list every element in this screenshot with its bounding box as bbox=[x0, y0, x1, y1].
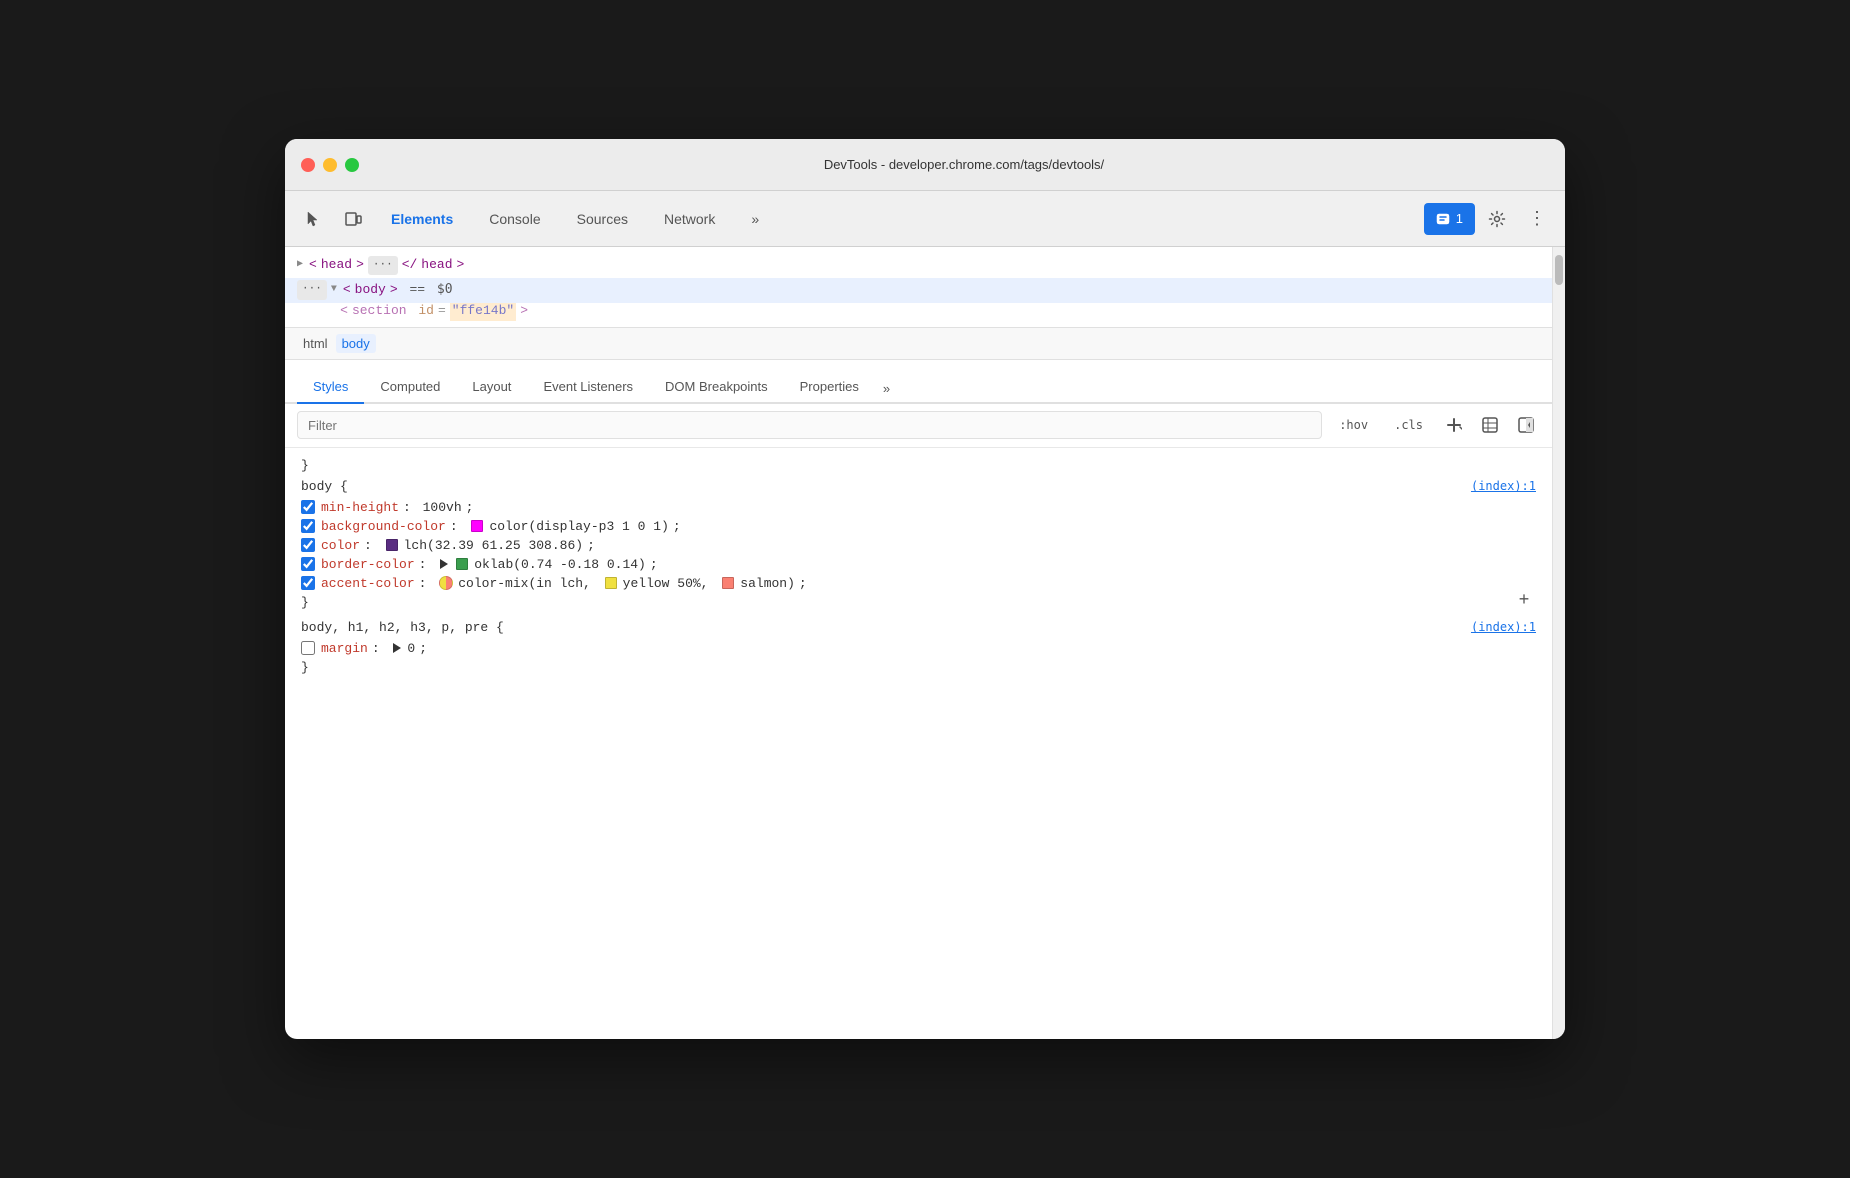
breadcrumb: html body bbox=[285, 328, 1552, 360]
css-rule-body-selectors: body, h1, h2, h3, p, pre { (index):1 mar… bbox=[285, 616, 1552, 677]
filter-bar: :hov .cls bbox=[285, 404, 1552, 448]
tab-elements[interactable]: Elements bbox=[375, 201, 469, 237]
add-style-button[interactable] bbox=[1440, 411, 1468, 439]
prop-value-margin[interactable]: 0 bbox=[407, 641, 415, 656]
maximize-button[interactable] bbox=[345, 158, 359, 172]
collapsed-dots[interactable]: ··· bbox=[368, 256, 398, 276]
tree-arrow-head: ▶ bbox=[297, 257, 303, 273]
filter-input[interactable] bbox=[297, 411, 1322, 439]
right-buttons: 1 ⋮ bbox=[1424, 201, 1555, 237]
swatch-border-color[interactable] bbox=[456, 558, 468, 570]
more-icon: ⋮ bbox=[1528, 208, 1546, 229]
checkbox-accent-color[interactable] bbox=[301, 576, 315, 590]
devtools-left-panel: ▶ <head> ··· </head> ··· ▼ <body> == $0 … bbox=[285, 247, 1553, 1039]
right-scrollbar[interactable] bbox=[1553, 247, 1565, 1039]
prop-name-border-color: border-color bbox=[321, 557, 415, 572]
title-bar: DevTools - developer.chrome.com/tags/dev… bbox=[285, 139, 1565, 191]
tree-row-partial[interactable]: <section id= "ffe14b" > bbox=[285, 303, 1552, 321]
checkbox-border-color[interactable] bbox=[301, 557, 315, 571]
prop-value-min-height[interactable]: 100vh bbox=[423, 500, 462, 515]
checkbox-margin[interactable] bbox=[301, 641, 315, 655]
tab-sources[interactable]: Sources bbox=[561, 201, 644, 237]
prev-closing-brace: } bbox=[285, 456, 1552, 475]
prop-name-min-height: min-height bbox=[321, 500, 399, 515]
prop-value-border-color[interactable]: oklab(0.74 -0.18 0.14) bbox=[474, 557, 646, 572]
css-prop-min-height: min-height : 100vh ; bbox=[285, 498, 1552, 517]
css-selector-body-all: body, h1, h2, h3, p, pre { bbox=[301, 620, 504, 635]
tab-console[interactable]: Console bbox=[473, 201, 556, 237]
badge-count: 1 bbox=[1456, 211, 1463, 226]
tree-row-body[interactable]: ··· ▼ <body> == $0 bbox=[285, 278, 1552, 303]
triangle-border-color[interactable] bbox=[440, 559, 448, 569]
minimize-button[interactable] bbox=[323, 158, 337, 172]
badge-button[interactable]: 1 bbox=[1424, 203, 1475, 235]
css-prop-accent-color: accent-color : color-mix(in lch, yellow … bbox=[285, 574, 1552, 593]
prop-name-accent-color: accent-color bbox=[321, 576, 415, 591]
css-rule-header-body-selectors: body, h1, h2, h3, p, pre { (index):1 bbox=[285, 616, 1552, 639]
hov-button[interactable]: :hov bbox=[1330, 413, 1377, 437]
css-prop-color: color : lch(32.39 61.25 308.86) ; bbox=[285, 536, 1552, 555]
device-toolbar-btn[interactable] bbox=[335, 201, 371, 237]
breadcrumb-html[interactable]: html bbox=[297, 334, 334, 353]
swatch-yellow[interactable] bbox=[605, 577, 617, 589]
prop-value-background-color[interactable]: color(display-p3 1 0 1) bbox=[489, 519, 668, 534]
dollar-zero: $0 bbox=[437, 280, 453, 301]
tab-computed[interactable]: Computed bbox=[364, 371, 456, 404]
equals-sign: == bbox=[402, 280, 433, 301]
triangle-margin[interactable] bbox=[393, 643, 401, 653]
swatch-salmon[interactable] bbox=[722, 577, 734, 589]
traffic-lights bbox=[301, 158, 359, 172]
toggle-sidebar-button[interactable] bbox=[1512, 411, 1540, 439]
checkbox-background-color[interactable] bbox=[301, 519, 315, 533]
scrollbar-thumb[interactable] bbox=[1555, 255, 1563, 285]
checkbox-color[interactable] bbox=[301, 538, 315, 552]
css-prop-background-color: background-color : color(display-p3 1 0 … bbox=[285, 517, 1552, 536]
prop-name-margin: margin bbox=[321, 641, 368, 656]
css-selector-body: body { bbox=[301, 479, 348, 494]
devtools-window: DevTools - developer.chrome.com/tags/dev… bbox=[285, 139, 1565, 1039]
closing-brace-body-all: } bbox=[285, 658, 1552, 677]
css-prop-border-color: border-color : oklab(0.74 -0.18 0.14) ; bbox=[285, 555, 1552, 574]
styles-tab-bar: Styles Computed Layout Event Listeners D… bbox=[285, 360, 1552, 404]
prop-name-background-color: background-color bbox=[321, 519, 446, 534]
tab-more[interactable]: » bbox=[735, 201, 775, 237]
css-source-link-body[interactable]: (index):1 bbox=[1471, 479, 1536, 493]
checkbox-min-height[interactable] bbox=[301, 500, 315, 514]
more-options-btn[interactable]: ⋮ bbox=[1519, 201, 1555, 237]
window-title: DevTools - developer.chrome.com/tags/dev… bbox=[379, 157, 1549, 172]
tree-dots-body: ··· bbox=[297, 280, 327, 300]
prop-name-color: color bbox=[321, 538, 360, 553]
swatch-accent-color-mix[interactable] bbox=[439, 576, 453, 590]
tab-dom-breakpoints[interactable]: DOM Breakpoints bbox=[649, 371, 784, 404]
swatch-color[interactable] bbox=[386, 539, 398, 551]
tab-event-listeners[interactable]: Event Listeners bbox=[527, 371, 649, 404]
tab-layout[interactable]: Layout bbox=[456, 371, 527, 404]
prop-value-yellow[interactable]: yellow 50%, bbox=[623, 576, 717, 591]
tree-row-head[interactable]: ▶ <head> ··· </head> bbox=[285, 253, 1552, 278]
css-source-link-body-all[interactable]: (index):1 bbox=[1471, 620, 1536, 634]
breadcrumb-body[interactable]: body bbox=[336, 334, 376, 353]
swatch-background-color[interactable] bbox=[471, 520, 483, 532]
cursor-icon-btn[interactable] bbox=[295, 201, 331, 237]
tab-network[interactable]: Network bbox=[648, 201, 731, 237]
prop-value-color[interactable]: lch(32.39 61.25 308.86) bbox=[404, 538, 583, 553]
devtools-main: ▶ <head> ··· </head> ··· ▼ <body> == $0 … bbox=[285, 247, 1565, 1039]
add-rule-button[interactable]: + bbox=[1512, 588, 1536, 612]
tab-more-styles[interactable]: » bbox=[875, 373, 898, 404]
settings-btn[interactable] bbox=[1479, 201, 1515, 237]
css-rule-body: body { (index):1 min-height : 100vh ; bbox=[285, 475, 1552, 612]
css-rule-header-body: body { (index):1 bbox=[285, 475, 1552, 498]
prop-value-accent-color-prefix: color-mix(in lch, bbox=[458, 576, 598, 591]
tab-properties[interactable]: Properties bbox=[784, 371, 875, 404]
css-prop-margin: margin : 0 ; bbox=[285, 639, 1552, 658]
cls-button[interactable]: .cls bbox=[1385, 413, 1432, 437]
tab-styles[interactable]: Styles bbox=[297, 371, 364, 404]
closing-brace-body: } bbox=[285, 593, 1552, 612]
prop-value-salmon[interactable]: salmon) bbox=[740, 576, 795, 591]
force-element-state-button[interactable] bbox=[1476, 411, 1504, 439]
close-button[interactable] bbox=[301, 158, 315, 172]
html-tree: ▶ <head> ··· </head> ··· ▼ <body> == $0 … bbox=[285, 247, 1552, 328]
devtools-tab-bar: Elements Console Sources Network » 1 ⋮ bbox=[285, 191, 1565, 247]
css-content: } body { (index):1 min-height : 100vh ; bbox=[285, 448, 1552, 1039]
